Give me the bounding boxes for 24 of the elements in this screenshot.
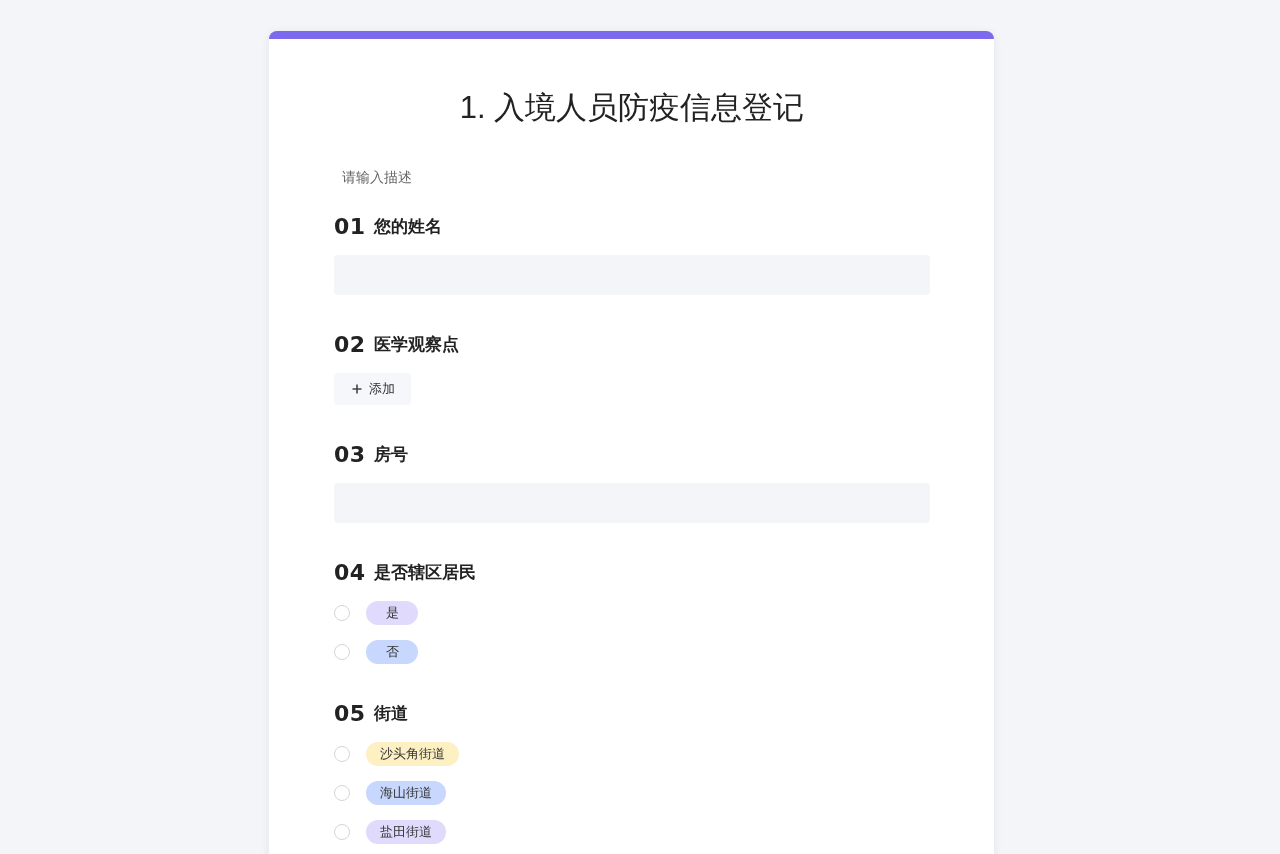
form-description: 请输入描述 (341, 168, 413, 187)
radio-button[interactable] (334, 605, 350, 621)
question-label: 您的姓名 (373, 216, 442, 238)
radio-button[interactable] (334, 644, 350, 660)
option-tag: 海山街道 (366, 781, 446, 805)
option-tag: 是 (366, 601, 418, 625)
option-tag: 盐田街道 (366, 820, 446, 844)
option-tag: 否 (366, 640, 418, 664)
radio-button[interactable] (334, 785, 350, 801)
question-label: 街道 (373, 703, 408, 725)
question-number: 05 (334, 701, 366, 727)
question-number: 03 (334, 442, 366, 468)
add-button[interactable]: 添加 (334, 373, 411, 405)
radio-button[interactable] (334, 746, 350, 762)
plus-icon (352, 384, 362, 394)
question-number: 02 (334, 332, 366, 358)
option-tag: 沙头角街道 (366, 742, 459, 766)
question-label: 房号 (373, 444, 408, 466)
question-number: 04 (334, 560, 366, 586)
question-number: 01 (334, 214, 366, 240)
form-title: 1. 入境人员防疫信息登记 (458, 89, 806, 127)
question-label: 医学观察点 (373, 334, 459, 356)
question-label: 是否辖区居民 (373, 562, 476, 584)
radio-button[interactable] (334, 824, 350, 840)
